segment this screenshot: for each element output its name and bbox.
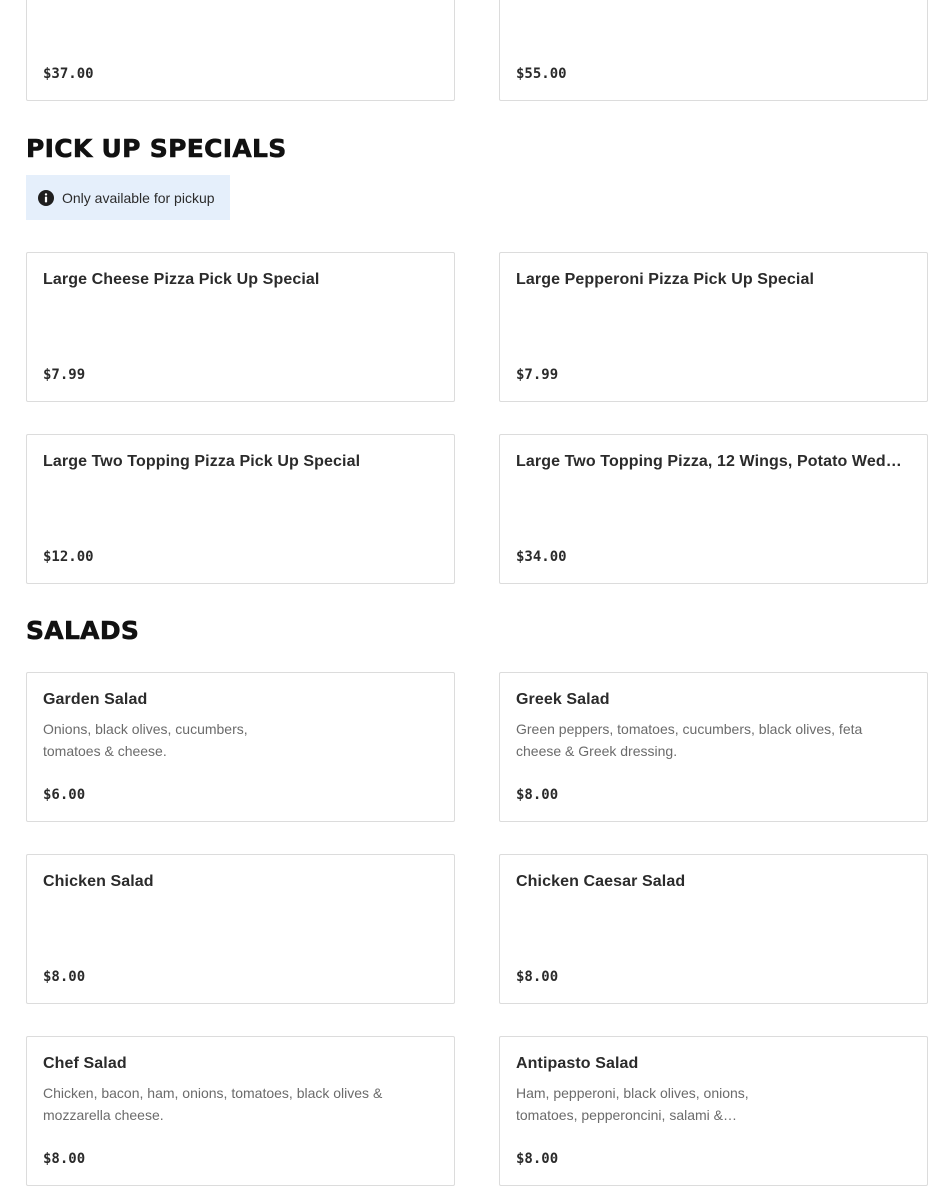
menu-item-price: $37.00 bbox=[43, 66, 94, 82]
menu-item-description: Onions, black olives, cucumbers, tomatoe… bbox=[43, 721, 248, 759]
menu-item-price: $8.00 bbox=[43, 969, 86, 985]
menu-item-price: $7.99 bbox=[43, 367, 86, 383]
menu-item-card[interactable]: $37.00 bbox=[26, 0, 455, 101]
info-icon bbox=[38, 189, 54, 206]
menu-item-name: Chicken Salad bbox=[43, 873, 154, 890]
menu-item-name: Chef Salad bbox=[43, 1055, 127, 1072]
menu-item-card[interactable]: Large Pepperoni Pizza Pick Up Special $7… bbox=[499, 252, 928, 402]
menu-item-price: $8.00 bbox=[516, 969, 559, 985]
menu-item-card[interactable]: Greek Salad Green peppers, tomatoes, cuc… bbox=[499, 672, 928, 822]
menu-item-name: Large Cheese Pizza Pick Up Special bbox=[43, 271, 320, 288]
section-title-pickup-specials: PICK UP SPECIALS bbox=[26, 134, 287, 164]
menu-item-name: Greek Salad bbox=[516, 691, 610, 708]
menu-item-description: Ham, pepperoni, black olives, onions, to… bbox=[516, 1085, 749, 1123]
menu-item-price: $8.00 bbox=[43, 1151, 86, 1167]
menu-item-name: Large Pepperoni Pizza Pick Up Special bbox=[516, 271, 815, 288]
menu-item-name: Antipasto Salad bbox=[516, 1055, 639, 1072]
menu-item-price: $55.00 bbox=[516, 66, 567, 82]
menu-item-name: Garden Salad bbox=[43, 691, 148, 708]
menu-item-card[interactable]: Chef Salad Chicken, bacon, ham, onions, … bbox=[26, 1036, 455, 1186]
menu-item-card[interactable]: Chicken Caesar Salad $8.00 bbox=[499, 854, 928, 1004]
menu-item-price: $12.00 bbox=[43, 549, 94, 565]
menu-item-price: $34.00 bbox=[516, 549, 567, 565]
menu-item-price: $6.00 bbox=[43, 787, 86, 803]
menu-item-name: Large Two Topping Pizza, 12 Wings, Potat… bbox=[516, 453, 909, 470]
menu-item-price: $8.00 bbox=[516, 787, 559, 803]
menu-item-card[interactable]: Garden Salad Onions, black olives, cucum… bbox=[26, 672, 455, 822]
menu-item-card[interactable]: Antipasto Salad Ham, pepperoni, black ol… bbox=[499, 1036, 928, 1186]
menu-item-price: $8.00 bbox=[516, 1151, 559, 1167]
menu-page: $37.00 $55.00 PICK UP SPECIALS Only avai… bbox=[0, 0, 950, 1186]
pickup-only-notice: Only available for pickup bbox=[26, 175, 230, 220]
menu-item-name: Chicken Caesar Salad bbox=[516, 873, 686, 890]
menu-item-card[interactable]: Large Cheese Pizza Pick Up Special $7.99 bbox=[26, 252, 455, 402]
menu-item-description: Chicken, bacon, ham, onions, tomatoes, b… bbox=[43, 1085, 383, 1123]
menu-item-card[interactable]: Large Two Topping Pizza, 12 Wings, Potat… bbox=[499, 434, 928, 584]
section-title-salads: SALADS bbox=[26, 616, 140, 646]
menu-item-card[interactable]: Large Two Topping Pizza Pick Up Special … bbox=[26, 434, 455, 584]
menu-item-description: Green peppers, tomatoes, cucumbers, blac… bbox=[516, 721, 863, 759]
menu-item-card[interactable]: Chicken Salad $8.00 bbox=[26, 854, 455, 1004]
menu-item-name: Large Two Topping Pizza Pick Up Special bbox=[43, 453, 361, 470]
menu-item-card[interactable]: $55.00 bbox=[499, 0, 928, 101]
notice-text: Only available for pickup bbox=[62, 189, 215, 206]
menu-item-price: $7.99 bbox=[516, 367, 559, 383]
